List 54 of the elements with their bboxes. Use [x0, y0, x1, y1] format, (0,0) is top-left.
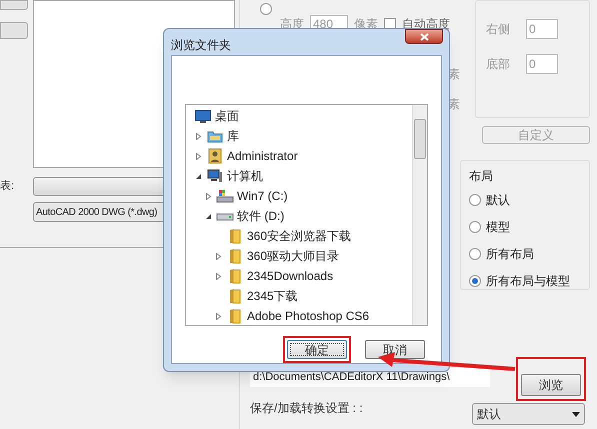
radio-button[interactable]	[469, 221, 481, 233]
collapse-arrow-icon[interactable]	[205, 212, 212, 220]
tree-item[interactable]: Win7 (C:)	[237, 187, 288, 205]
margin-label: 底部	[486, 56, 510, 73]
expand-arrow-icon[interactable]	[195, 152, 202, 160]
settings-select[interactable]: 默认	[472, 403, 585, 425]
radio-button[interactable]	[469, 194, 481, 206]
scrollbar[interactable]	[412, 105, 427, 325]
dropdown-arrow-icon	[572, 412, 580, 416]
expand-arrow-icon[interactable]	[215, 312, 222, 320]
margin-label: 右侧	[486, 21, 510, 38]
preview-label: 表:	[0, 179, 16, 194]
radio-label: 所有布局	[486, 246, 534, 263]
collapse-arrow-icon[interactable]	[195, 172, 202, 180]
monitor-icon	[195, 110, 211, 122]
radio-label: 所有布局与模型	[486, 273, 570, 290]
settings-label: 保存/加载转换设置 : :	[250, 400, 363, 417]
radio-label: 默认	[486, 192, 510, 209]
side-button[interactable]	[0, 22, 28, 39]
expand-arrow-icon[interactable]	[215, 272, 222, 280]
folder-icon	[229, 228, 241, 244]
radio-button[interactable]	[469, 275, 481, 287]
tree-item[interactable]: 软件 (D:)	[237, 207, 284, 225]
library-icon	[207, 129, 223, 143]
drive-icon	[216, 211, 234, 221]
tree-item[interactable]: Administrator	[227, 147, 298, 165]
folder-icon	[229, 308, 241, 324]
folder-icon	[229, 268, 241, 284]
tree-item[interactable]: 计算机	[227, 167, 263, 185]
expand-arrow-icon[interactable]	[205, 192, 212, 200]
browse-button[interactable]: 浏览	[521, 374, 581, 396]
tree-item[interactable]: 2345下载	[247, 287, 298, 305]
radio-button[interactable]	[260, 3, 272, 15]
tree-item[interactable]: Adobe Photoshop CS6	[247, 307, 370, 325]
radio-button[interactable]	[469, 248, 481, 260]
expand-arrow-icon[interactable]	[215, 252, 222, 260]
folder-icon	[229, 248, 241, 264]
expand-arrow-icon[interactable]	[195, 132, 202, 140]
radio-label: 模型	[486, 219, 510, 236]
close-button[interactable]	[405, 29, 443, 44]
layout-title: 布局	[469, 168, 494, 185]
close-icon	[420, 32, 428, 40]
folder-icon	[229, 288, 241, 304]
dialog-button[interactable]: 确定	[287, 340, 347, 359]
tree-item[interactable]: 360驱动大师目录	[247, 247, 340, 265]
computer-icon	[207, 169, 223, 183]
tree-item[interactable]: 桌面	[215, 107, 239, 125]
tree-item[interactable]: 库	[227, 127, 239, 145]
dialog-title: 浏览文件夹	[171, 37, 231, 54]
user-folder-icon	[208, 148, 222, 164]
drive-icon	[216, 189, 234, 203]
side-button[interactable]	[0, 0, 28, 10]
tree-item[interactable]: 360安全浏览器下载	[247, 227, 352, 245]
tree-item[interactable]: 2345Downloads	[247, 267, 334, 285]
